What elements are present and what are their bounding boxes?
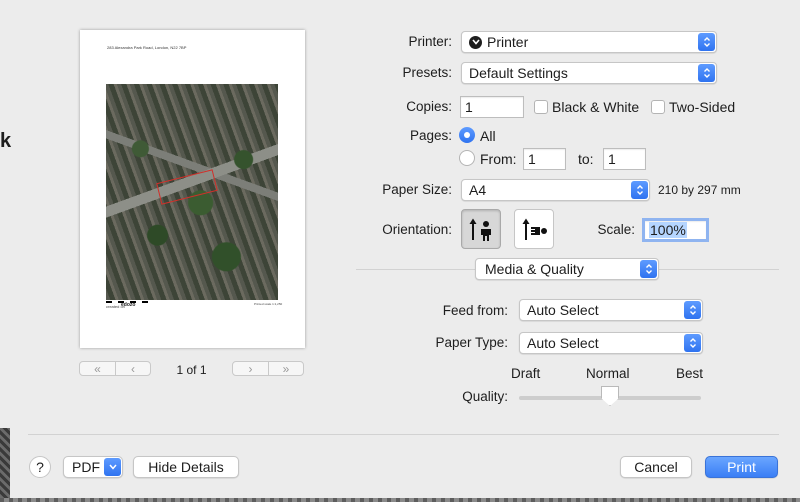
chevron-updown-icon xyxy=(640,260,657,278)
help-button[interactable]: ? xyxy=(29,456,51,478)
pages-to-label: to: xyxy=(578,151,594,167)
print-button[interactable]: Print xyxy=(705,456,778,478)
quality-normal-label: Normal xyxy=(586,366,630,381)
pages-all-radio[interactable] xyxy=(459,127,475,143)
presets-value: Default Settings xyxy=(469,65,568,81)
first-page-button[interactable]: « xyxy=(80,362,115,375)
chevron-down-icon xyxy=(104,458,121,476)
two-sided-label: Two-Sided xyxy=(669,99,736,115)
scale-value: 100% xyxy=(649,222,687,238)
section-value: Media & Quality xyxy=(485,261,584,277)
preview-scale-note: Printed scale 1:1,250 xyxy=(254,302,283,306)
two-sided-checkbox[interactable] xyxy=(651,100,665,114)
scale-field[interactable]: 100% xyxy=(642,218,709,242)
paper-size-popup[interactable]: A4 xyxy=(461,179,650,201)
portrait-orientation-button[interactable] xyxy=(461,209,501,249)
feed-from-value: Auto Select xyxy=(527,302,599,318)
quality-draft-label: Draft xyxy=(511,366,541,381)
footer-divider xyxy=(28,434,779,435)
copies-label: Copies: xyxy=(406,99,452,114)
preview-address: 283 Alexandra Park Road, London, N22 7BP xyxy=(107,45,187,50)
background-window-bottom xyxy=(0,498,800,502)
paper-type-value: Auto Select xyxy=(527,335,599,351)
pager-right-group: › » xyxy=(232,361,304,376)
portrait-orientation-icon xyxy=(469,218,491,241)
printer-value: Printer xyxy=(487,34,529,50)
pages-all-label: All xyxy=(480,128,496,144)
quality-label: Quality: xyxy=(462,389,508,404)
chevron-updown-icon xyxy=(698,64,715,82)
hide-details-button[interactable]: Hide Details xyxy=(133,456,239,478)
quality-slider-knob[interactable] xyxy=(601,386,619,406)
pages-from-field[interactable]: 1 xyxy=(523,148,566,170)
paper-type-label: Paper Type: xyxy=(435,335,508,350)
printer-label: Printer: xyxy=(408,34,452,49)
presets-label: Presets: xyxy=(402,65,452,80)
black-white-label: Black & White xyxy=(552,99,640,115)
paper-size-label: Paper Size: xyxy=(382,182,452,197)
background-window-strip xyxy=(0,428,10,502)
pages-from-radio[interactable] xyxy=(459,150,475,166)
pages-to-field[interactable]: 1 xyxy=(603,148,646,170)
scale-label: Scale: xyxy=(597,222,635,237)
cursor-fragment: k xyxy=(0,130,12,152)
pager-left-group: « ‹ xyxy=(79,361,151,376)
printer-badge-icon xyxy=(469,35,482,49)
copies-field[interactable]: 1 xyxy=(460,96,524,118)
printer-popup[interactable]: Printer xyxy=(461,31,717,53)
page-indicator: 1 of 1 xyxy=(176,363,207,377)
landscape-orientation-button[interactable] xyxy=(514,209,554,249)
paper-dimensions: 210 by 297 mm xyxy=(658,183,741,197)
chevron-updown-icon xyxy=(631,181,648,199)
pages-from-label: From: xyxy=(480,151,517,167)
previous-page-button[interactable]: ‹ xyxy=(115,362,150,375)
chevron-updown-icon xyxy=(698,33,715,51)
pdf-label: PDF xyxy=(72,459,100,475)
section-popup[interactable]: Media & Quality xyxy=(475,258,659,280)
paper-type-popup[interactable]: Auto Select xyxy=(519,332,703,354)
quality-best-label: Best xyxy=(676,366,704,381)
pdf-menu-button[interactable]: PDF xyxy=(63,456,123,478)
black-white-checkbox[interactable] xyxy=(534,100,548,114)
presets-popup[interactable]: Default Settings xyxy=(461,62,717,84)
cancel-button[interactable]: Cancel xyxy=(620,456,692,478)
pages-label: Pages: xyxy=(409,128,452,143)
chevron-updown-icon xyxy=(684,301,701,319)
preview-logo: edozo xyxy=(121,302,136,308)
feed-from-popup[interactable]: Auto Select xyxy=(519,299,703,321)
feed-from-label: Feed from: xyxy=(442,303,508,318)
orientation-label: Orientation: xyxy=(382,222,452,237)
chevron-updown-icon xyxy=(684,334,701,352)
last-page-button[interactable]: » xyxy=(268,362,303,375)
next-page-button[interactable]: › xyxy=(233,362,268,375)
paper-size-value: A4 xyxy=(469,182,487,198)
landscape-orientation-icon xyxy=(522,218,547,240)
